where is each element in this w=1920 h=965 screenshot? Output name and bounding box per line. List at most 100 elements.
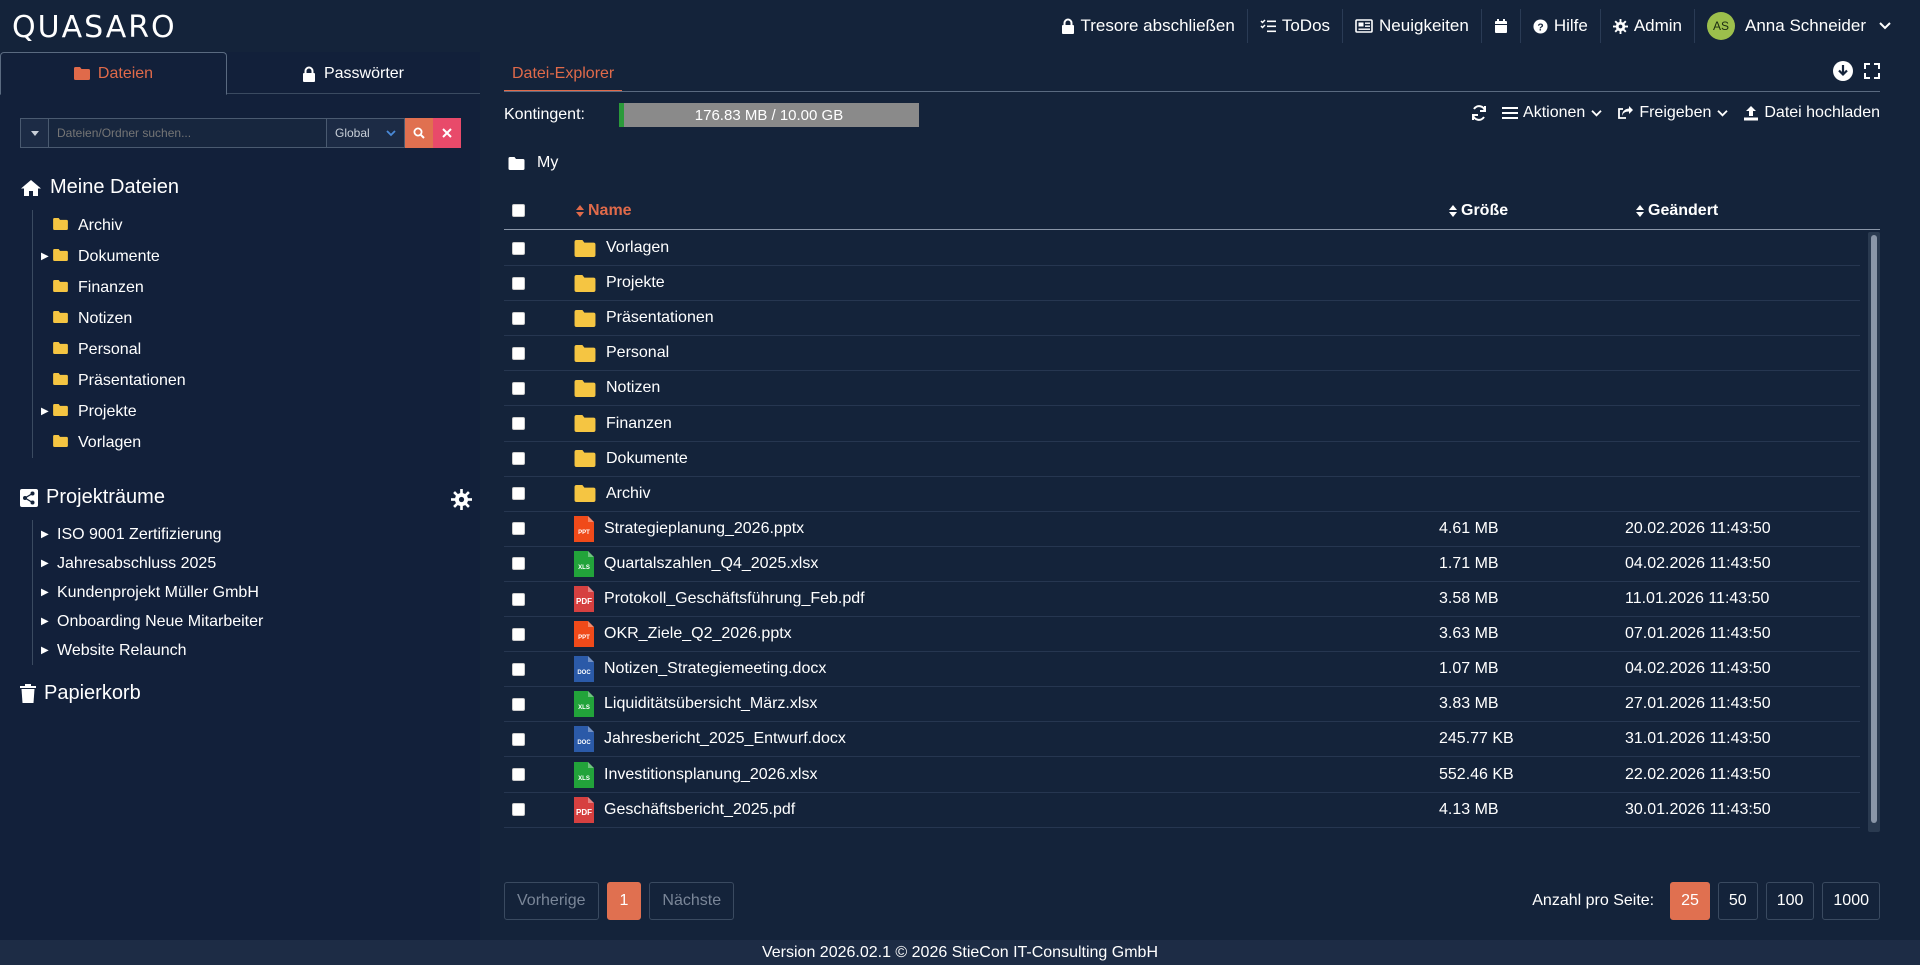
row-checkbox[interactable] (512, 768, 525, 781)
project-room-item[interactable]: ▶ Jahresabschluss 2025 (33, 549, 263, 578)
row-checkbox[interactable] (512, 311, 525, 325)
project-room-item[interactable]: ▶ Kundenprojekt Müller GmbH (33, 578, 263, 607)
app-logo[interactable]: QUASARO (12, 10, 177, 45)
row-name-cell[interactable]: XLS Liquiditätsübersicht_März.xlsx (574, 691, 817, 718)
row-name-cell[interactable]: PPT Strategieplanung_2026.pptx (574, 515, 804, 542)
sidebar-folder-item[interactable]: Finanzen (33, 272, 186, 303)
tab-file-explorer[interactable]: Datei-Explorer (504, 58, 623, 92)
project-room-item[interactable]: ▶ ISO 9001 Zertifizierung (33, 520, 263, 549)
share-dropdown[interactable]: Freigeben (1617, 104, 1729, 122)
caret-right-icon[interactable]: ▶ (41, 251, 49, 262)
select-all-checkbox[interactable] (512, 204, 525, 217)
search-button[interactable] (405, 118, 433, 148)
column-modified[interactable]: Geändert (1636, 202, 1718, 220)
column-size[interactable]: Größe (1449, 202, 1508, 220)
row-checkbox[interactable] (512, 381, 525, 395)
row-name-cell[interactable]: PDF Geschäftsbericht_2025.pdf (574, 796, 795, 823)
trash-heading[interactable]: Papierkorb (20, 682, 141, 705)
folder-row[interactable]: Dokumente (504, 442, 1860, 477)
user-menu[interactable]: AS Anna Schneider (1695, 9, 1904, 43)
row-checkbox[interactable] (512, 487, 525, 501)
per-page-option-100[interactable]: 100 (1765, 882, 1815, 920)
row-name-cell[interactable]: PPT OKR_Ziele_Q2_2026.pptx (574, 621, 792, 648)
sidebar-folder-item[interactable]: Personal (33, 334, 186, 365)
clear-search-button[interactable] (433, 118, 461, 148)
folder-row[interactable]: Notizen (504, 371, 1860, 407)
admin-button[interactable]: Admin (1601, 9, 1696, 43)
row-checkbox[interactable] (512, 697, 525, 711)
row-checkbox[interactable] (512, 803, 525, 817)
upload-button[interactable]: Datei hochladen (1743, 104, 1880, 122)
per-page-option-50[interactable]: 50 (1717, 882, 1758, 920)
sidebar-folder-item[interactable]: Notizen (33, 303, 186, 334)
caret-right-icon[interactable]: ▶ (41, 587, 49, 598)
row-name-cell[interactable]: XLS Investitionsplanung_2026.xlsx (574, 761, 817, 788)
file-row[interactable]: DOC Jahresbericht_2025_Entwurf.docx 245.77… (504, 722, 1860, 758)
row-checkbox[interactable] (512, 241, 525, 255)
file-row[interactable]: PDF Protokoll_Geschäftsführung_Feb.pdf 3.5… (504, 582, 1860, 617)
folder-row[interactable]: Archiv (504, 477, 1860, 512)
actions-dropdown[interactable]: Aktionen (1502, 104, 1603, 122)
download-circle-icon[interactable] (1832, 60, 1854, 82)
row-name-cell[interactable]: DOC Jahresbericht_2025_Entwurf.docx (574, 726, 846, 753)
row-name-cell[interactable]: DOC Notizen_Strategiemeeting.docx (574, 656, 826, 683)
calendar-button[interactable] (1482, 9, 1521, 43)
caret-right-icon[interactable]: ▶ (41, 529, 49, 540)
project-room-item[interactable]: ▶ Onboarding Neue Mitarbeiter (33, 607, 263, 636)
row-name-cell[interactable]: Präsentationen (574, 309, 714, 327)
caret-right-icon[interactable]: ▶ (41, 558, 49, 569)
tab-files[interactable]: Dateien (0, 52, 227, 95)
caret-right-icon[interactable]: ▶ (41, 645, 49, 656)
row-checkbox[interactable] (512, 346, 525, 360)
row-checkbox[interactable] (512, 452, 525, 466)
row-checkbox[interactable] (512, 662, 525, 676)
row-name-cell[interactable]: Vorlagen (574, 239, 669, 257)
folder-row[interactable]: Vorlagen (504, 231, 1860, 266)
row-checkbox[interactable] (512, 627, 525, 641)
fullscreen-icon[interactable] (1864, 63, 1880, 79)
lock-vaults-button[interactable]: Tresore abschließen (1049, 9, 1248, 43)
row-name-cell[interactable]: Archiv (574, 485, 650, 503)
file-row[interactable]: XLSBudgetplanung_2026.xlsx1.32 MB27.01.2… (504, 828, 1860, 832)
row-checkbox[interactable] (512, 592, 525, 606)
row-name-cell[interactable]: Finanzen (574, 415, 672, 433)
help-button[interactable]: ? Hilfe (1521, 9, 1601, 43)
row-name-cell[interactable]: Personal (574, 344, 669, 362)
caret-right-icon[interactable]: ▶ (41, 616, 49, 627)
search-options-dropdown[interactable] (20, 118, 49, 148)
my-files-heading[interactable]: Meine Dateien (20, 176, 179, 199)
next-page-button[interactable]: Nächste (649, 882, 735, 920)
column-name[interactable]: Name (576, 202, 632, 220)
previous-page-button[interactable]: Vorherige (504, 882, 599, 920)
file-row[interactable]: PPT OKR_Ziele_Q2_2026.pptx 3.63 MB 07.01.20… (504, 617, 1860, 653)
sidebar-folder-item[interactable]: Vorlagen (33, 427, 186, 458)
folder-row[interactable]: Präsentationen (504, 301, 1860, 337)
project-rooms-heading[interactable]: Projekträume (20, 486, 165, 509)
row-checkbox[interactable] (512, 276, 525, 290)
file-row[interactable]: XLS Quartalszahlen_Q4_2025.xlsx 1.71 MB 04.… (504, 547, 1860, 582)
sidebar-folder-item[interactable]: ▶ Projekte (33, 396, 186, 427)
file-row[interactable]: XLS Liquiditätsübersicht_März.xlsx 3.83 MB… (504, 687, 1860, 723)
row-name-cell[interactable]: Notizen (574, 379, 660, 397)
caret-right-icon[interactable]: ▶ (41, 406, 49, 417)
refresh-button[interactable] (1470, 104, 1488, 122)
file-row[interactable]: XLS Investitionsplanung_2026.xlsx 552.46 K… (504, 758, 1860, 793)
row-checkbox[interactable] (512, 522, 525, 536)
file-row[interactable]: PDF Geschäftsbericht_2025.pdf 4.13 MB 30.01… (504, 793, 1860, 828)
sidebar-folder-item[interactable]: ▶ Dokumente (33, 241, 186, 272)
file-row[interactable]: PPT Strategieplanung_2026.pptx 4.61 MB 20.0… (504, 512, 1860, 547)
row-name-cell[interactable]: PDF Protokoll_Geschäftsführung_Feb.pdf (574, 586, 865, 612)
per-page-option-25[interactable]: 25 (1670, 882, 1710, 920)
row-name-cell[interactable]: Projekte (574, 274, 665, 292)
folder-row[interactable]: Personal (504, 336, 1860, 372)
row-name-cell[interactable]: XLS Quartalszahlen_Q4_2025.xlsx (574, 550, 818, 577)
table-scrollbar-thumb[interactable] (1871, 235, 1877, 823)
row-checkbox[interactable] (512, 417, 525, 430)
project-room-item[interactable]: ▶ Website Relaunch (33, 636, 263, 665)
folder-row[interactable]: Finanzen (504, 407, 1860, 442)
row-name-cell[interactable]: Dokumente (574, 450, 688, 468)
sidebar-folder-item[interactable]: Präsentationen (33, 365, 186, 396)
table-scrollbar[interactable] (1868, 232, 1880, 832)
sidebar-folder-item[interactable]: Archiv (33, 210, 186, 241)
tab-passwords[interactable]: Passwörter (228, 52, 478, 95)
